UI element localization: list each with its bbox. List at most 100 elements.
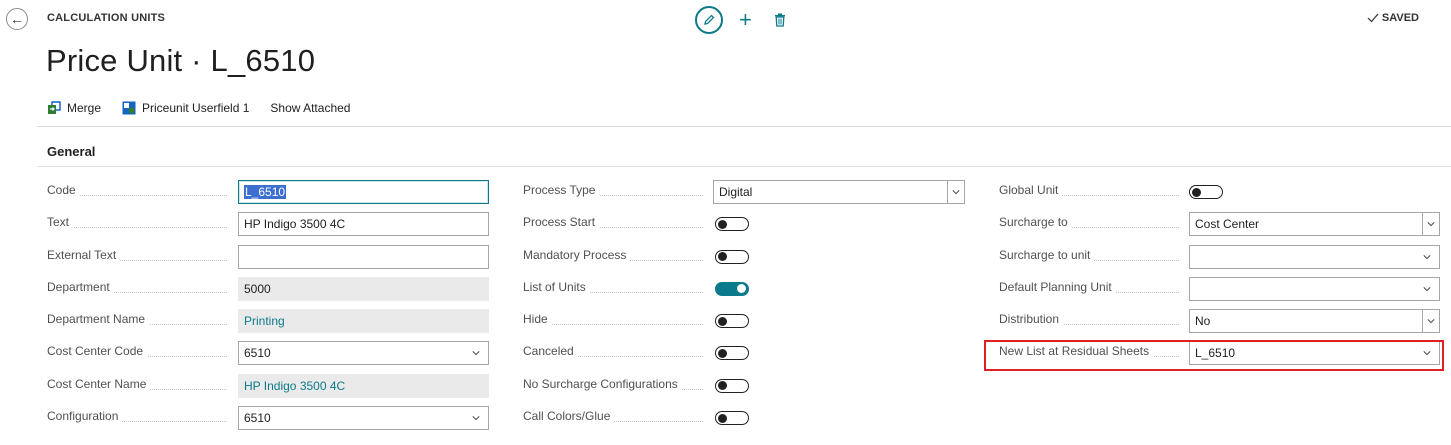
field-row-cost-center-code: Cost Center Code 6510 — [47, 341, 492, 373]
cost-center-code-value: 6510 — [244, 346, 271, 361]
field-row-text: Text HP Indigo 3500 4C — [47, 212, 492, 244]
field-label: Department — [47, 279, 114, 294]
field-row-hide: Hide — [523, 309, 968, 341]
field-row-list-of-units: List of Units — [523, 277, 968, 309]
department-value: 5000 — [238, 276, 489, 301]
department-name-link[interactable]: Printing — [238, 309, 489, 334]
priceunit-userfield-action[interactable]: Priceunit Userfield 1 — [122, 101, 249, 115]
toggle-knob — [718, 316, 727, 326]
field-label: Configuration — [47, 409, 123, 424]
field-label: Global Unit — [999, 183, 1063, 197]
field-label: Call Colors/Glue — [523, 409, 615, 424]
process-type-dropdown[interactable]: Digital — [713, 180, 965, 204]
page-title: Price Unit · L_6510 — [46, 43, 316, 78]
code-input[interactable]: L_6510 — [238, 180, 489, 204]
process-start-toggle[interactable] — [715, 217, 749, 232]
back-button[interactable]: ← — [6, 8, 28, 30]
field-label: Cost Center Code — [47, 344, 148, 359]
no-surcharge-configurations-toggle[interactable] — [715, 378, 749, 393]
field-row-mandatory-process: Mandatory Process — [523, 245, 968, 277]
call-colors-glue-toggle[interactable] — [715, 411, 749, 426]
field-row-surcharge-to-unit: Surcharge to unit — [999, 244, 1444, 277]
text-input[interactable]: HP Indigo 3500 4C — [238, 212, 489, 237]
field-label: Distribution — [999, 312, 1064, 327]
toggle-knob — [718, 413, 727, 423]
edit-button[interactable] — [695, 6, 723, 34]
field-row-code: Code L_6510 — [47, 180, 492, 212]
toggle-knob — [737, 284, 746, 294]
new-button[interactable]: + — [739, 9, 752, 31]
chevron-down-icon — [1423, 286, 1431, 292]
delete-button[interactable] — [774, 13, 786, 27]
top-actions: + — [695, 6, 786, 34]
configuration-value: 6510 — [244, 411, 271, 426]
arrow-left-icon: ← — [10, 11, 24, 27]
canceled-toggle[interactable] — [715, 346, 749, 361]
field-row-process-start: Process Start — [523, 212, 968, 244]
toggle-knob — [718, 348, 727, 358]
saved-label: SAVED — [1381, 12, 1419, 24]
toggle-knob — [718, 381, 727, 391]
field-row-surcharge-to: Surcharge to Cost Center — [999, 212, 1444, 244]
configuration-select[interactable]: 6510 — [238, 406, 489, 431]
field-label: Text — [47, 215, 74, 230]
distribution-dropdown[interactable]: No — [1189, 309, 1440, 334]
show-attached-action[interactable]: Show Attached — [270, 101, 350, 115]
field-label: Department Name — [47, 312, 150, 327]
column-middle: Process Type Digital Process Start Manda… — [523, 180, 968, 438]
trash-icon — [774, 13, 785, 27]
chevron-down-icon — [472, 416, 480, 421]
field-row-canceled: Canceled — [523, 341, 968, 373]
field-label: Cost Center Name — [47, 376, 151, 391]
show-attached-label: Show Attached — [270, 101, 351, 115]
field-label: Hide — [523, 312, 552, 327]
field-row-configuration: Configuration 6510 — [47, 406, 492, 438]
column-left: Code L_6510 Text HP Indigo 3500 4C Exter… — [47, 180, 492, 438]
section-general-title: General — [47, 144, 96, 159]
priceunit-userfield-label: Priceunit Userfield 1 — [142, 101, 250, 115]
cost-center-name-link[interactable]: HP Indigo 3500 4C — [238, 373, 489, 398]
field-label: Default Planning Unit — [999, 279, 1116, 294]
chevron-down-icon — [1427, 222, 1435, 227]
field-label: Surcharge to — [999, 215, 1072, 230]
field-row-distribution: Distribution No — [999, 309, 1444, 341]
global-unit-toggle[interactable] — [1189, 185, 1223, 199]
field-row-cost-center-name: Cost Center Name HP Indigo 3500 4C — [47, 373, 492, 406]
userfield-icon — [122, 101, 136, 115]
external-text-input[interactable] — [238, 244, 489, 269]
field-row-default-planning-unit: Default Planning Unit — [999, 276, 1444, 309]
toggle-knob — [718, 252, 727, 262]
toolbar-divider — [37, 126, 1451, 127]
surcharge-to-unit-select[interactable] — [1189, 244, 1440, 269]
code-value: L_6510 — [244, 185, 287, 199]
field-row-department: Department 5000 — [47, 276, 492, 309]
chevron-down-icon — [1423, 254, 1431, 259]
section-divider — [37, 166, 1451, 167]
surcharge-to-value: Cost Center — [1195, 217, 1260, 232]
breadcrumb: CALCULATION UNITS — [47, 12, 166, 24]
field-label: Canceled — [523, 344, 578, 359]
list-of-units-toggle[interactable] — [715, 281, 749, 296]
default-planning-unit-select[interactable] — [1189, 276, 1440, 301]
field-label: External Text — [47, 247, 121, 262]
field-row-process-type: Process Type Digital — [523, 180, 968, 212]
process-type-value: Digital — [719, 185, 753, 199]
distribution-value: No — [1195, 314, 1211, 329]
field-label: Process Type — [523, 183, 600, 197]
toggle-knob — [1192, 187, 1201, 197]
mandatory-process-toggle[interactable] — [715, 249, 749, 264]
saved-status: SAVED — [1367, 12, 1419, 24]
cost-center-code-select[interactable]: 6510 — [238, 341, 489, 366]
field-label: New List at Residual Sheets — [999, 344, 1154, 359]
hide-toggle[interactable] — [715, 314, 749, 329]
chevron-down-icon — [952, 190, 960, 195]
action-bar: Merge Priceunit Userfield 1 Show Attache… — [47, 101, 371, 115]
field-label: Mandatory Process — [523, 247, 631, 262]
pencil-icon — [704, 14, 715, 25]
dropdown-arrow — [947, 181, 964, 203]
toggle-knob — [718, 219, 727, 229]
field-row-external-text: External Text — [47, 244, 492, 277]
surcharge-to-dropdown[interactable]: Cost Center — [1189, 212, 1440, 237]
chevron-down-icon — [1427, 319, 1435, 324]
merge-action[interactable]: Merge — [47, 101, 101, 115]
